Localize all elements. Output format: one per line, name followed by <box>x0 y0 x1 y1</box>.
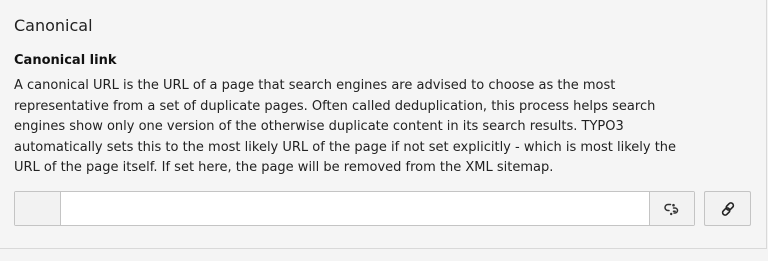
canonical-link-input[interactable] <box>61 192 649 225</box>
unlink-icon <box>663 200 681 218</box>
description-line: engines show only one version of the oth… <box>14 119 624 135</box>
link-icon <box>720 201 736 217</box>
description-line: A canonical URL is the URL of a page tha… <box>14 78 616 93</box>
section-title: Canonical <box>14 16 93 35</box>
field-description: A canonical URL is the URL of a page tha… <box>14 76 754 179</box>
description-line: automatically sets this to the most like… <box>14 139 677 155</box>
link-browser-button[interactable] <box>704 191 751 226</box>
link-type-addon <box>15 192 61 225</box>
clear-link-button[interactable] <box>649 192 694 225</box>
canonical-section: Canonical Canonical link A canonical URL… <box>0 0 767 249</box>
canonical-link-input-group <box>14 191 695 226</box>
description-line: URL of the page itself. If set here, the… <box>14 160 554 176</box>
description-line: representative from a set of duplicate p… <box>14 98 656 114</box>
canonical-link-label: Canonical link <box>14 53 117 68</box>
